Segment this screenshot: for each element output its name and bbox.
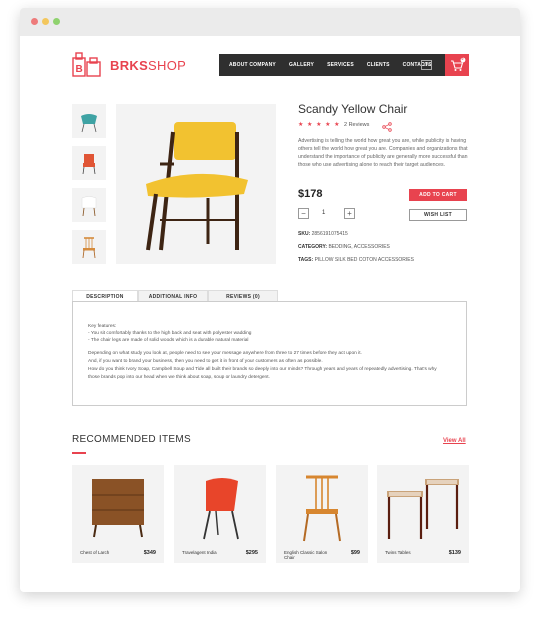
english-salon-chair-image [303, 475, 341, 542]
feature-line-2: - The chair legs are made of solid woods… [88, 338, 249, 343]
svg-text:B: B [76, 64, 83, 75]
feature-line-1: - You sit comfortably thanks to the high… [88, 331, 252, 336]
description-paragraph-4: those brands pop into our head when we t… [88, 375, 270, 380]
recommended-item-price: $99 [350, 550, 360, 556]
logo-icon: B [72, 52, 102, 78]
recommended-card-1[interactable]: Chest of Larch $349 [72, 465, 164, 563]
maximize-window-dot[interactable] [53, 18, 60, 25]
main-nav: ABOUT COMPANY GALLERY SERVICES CLIENTS C… [219, 54, 445, 76]
product-price: $178 [298, 188, 323, 200]
recommended-item-name: Chest of Larch [80, 550, 110, 555]
rating-stars[interactable]: ★ ★ ★ ★ ★ [298, 121, 341, 128]
recommended-item-price: $139 [448, 550, 461, 556]
product-tags: TAGS: PILLOW SILK BED COTON ACCESSORIES [298, 257, 414, 263]
product-sku: SKU: 2856191075415 [298, 231, 348, 237]
quantity-increase-button[interactable]: + [344, 208, 355, 219]
cart-icon [445, 57, 469, 80]
recommended-item-name: Twins Tables [385, 550, 411, 555]
view-all-link[interactable]: View All [443, 438, 466, 444]
recommended-card-4[interactable]: Twins Tables $139 [377, 465, 469, 563]
wish-list-button[interactable]: WISH LIST [409, 209, 467, 221]
category-link[interactable]: BEDDING, ACCESSORIES [328, 244, 389, 250]
browser-window: B BRKSSHOP ABOUT COMPANY GALLERY SERVICE… [20, 8, 520, 592]
chest-of-larch-image [92, 479, 144, 538]
recommended-item-name: Travelagent India [182, 550, 217, 555]
nav-item-gallery[interactable]: GALLERY [289, 62, 314, 68]
product-category: CATEGORY: BEDDING, ACCESSORIES [298, 244, 390, 250]
travelagent-chair-image [203, 478, 239, 540]
nav-item-services[interactable]: SERVICES [327, 62, 354, 68]
quantity-input[interactable]: 1 [322, 210, 325, 216]
add-to-cart-button[interactable]: ADD TO CART [409, 189, 467, 201]
description-panel: Key features: - You sit comfortably than… [72, 301, 467, 406]
product-thumbnail-2[interactable] [72, 146, 106, 180]
brand-name: BRKSSHOP [110, 57, 187, 73]
product-thumbnail-3[interactable] [72, 188, 106, 222]
recommended-item-price: $349 [143, 550, 156, 556]
product-main-image[interactable] [116, 104, 276, 264]
product-thumbnail-1[interactable] [72, 104, 106, 138]
product-title: Scandy Yellow Chair [298, 102, 408, 116]
nav-item-clients[interactable]: CLIENTS [367, 62, 390, 68]
brand-logo[interactable]: B BRKSSHOP [72, 52, 186, 78]
key-features-heading: Key features: [88, 324, 117, 329]
window-titlebar [20, 8, 520, 36]
twins-tables-image [387, 479, 459, 539]
recommended-card-2[interactable]: Travelagent India $295 [174, 465, 266, 563]
tags-link[interactable]: PILLOW SILK BED COTON ACCESSORIES [315, 257, 414, 263]
reviews-link[interactable]: 2 Reviews [344, 122, 369, 128]
minimize-window-dot[interactable] [42, 18, 49, 25]
heading-underline [72, 452, 86, 454]
description-paragraph-1: Depending on what study you look at, peo… [88, 351, 362, 356]
description-paragraph-2: And, if you want to brand your business,… [88, 359, 323, 364]
recommended-item-name: English Classic Salon Chair [284, 550, 328, 560]
product-thumbnail-4[interactable] [72, 230, 106, 264]
language-selector[interactable]: EN [421, 60, 432, 70]
description-paragraph-3: How do you think Ivory Soap, Campbell So… [88, 367, 437, 372]
close-window-dot[interactable] [31, 18, 38, 25]
quantity-decrease-button[interactable]: − [298, 208, 309, 219]
cart-button[interactable]: 0 [445, 54, 469, 76]
recommended-card-3[interactable]: English Classic Salon Chair $99 [276, 465, 368, 563]
nav-item-about[interactable]: ABOUT COMPANY [229, 62, 276, 68]
product-description: Advertising is telling the world how gre… [298, 138, 468, 168]
recommended-item-price: $295 [245, 550, 258, 556]
recommended-heading: RECOMMENDED ITEMS [72, 434, 191, 445]
share-icon[interactable] [382, 119, 392, 132]
cart-count-badge: 0 [461, 57, 464, 62]
